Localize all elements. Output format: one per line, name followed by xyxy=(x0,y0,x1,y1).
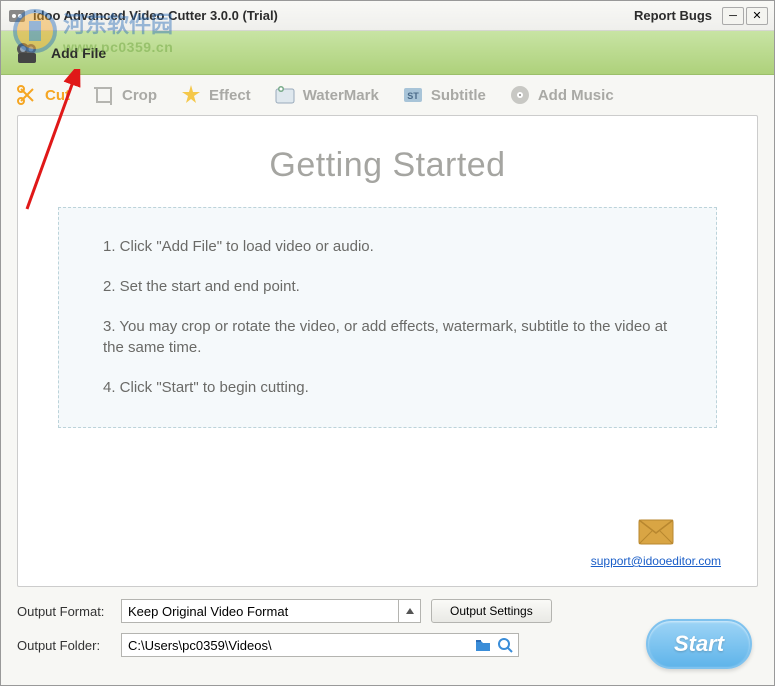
output-format-combo[interactable]: Keep Original Video Format xyxy=(121,599,421,623)
tool-add-music[interactable]: Add Music xyxy=(508,83,614,107)
output-settings-button[interactable]: Output Settings xyxy=(431,599,552,623)
step-3: 3. You may crop or rotate the video, or … xyxy=(103,316,672,360)
output-folder-value: C:\Users\pc0359\Videos\ xyxy=(128,638,272,653)
add-file-button[interactable]: Add File xyxy=(1,31,774,75)
add-file-label: Add File xyxy=(51,45,106,61)
start-button[interactable]: Start xyxy=(646,619,752,669)
combo-arrow-icon[interactable] xyxy=(398,600,420,622)
tool-crop[interactable]: Crop xyxy=(92,83,157,107)
getting-started-title: Getting Started xyxy=(58,146,717,185)
music-disc-icon xyxy=(508,83,532,107)
crop-icon xyxy=(92,83,116,107)
toolbar: Cut Crop Effect WaterMark ST Subtitle Ad… xyxy=(1,75,774,115)
tool-subtitle[interactable]: ST Subtitle xyxy=(401,83,486,107)
support-block: support@idooeditor.com xyxy=(591,519,721,568)
step-1: 1. Click "Add File" to load video or aud… xyxy=(103,236,672,258)
scissors-icon xyxy=(15,83,39,107)
close-button[interactable]: ✕ xyxy=(746,7,768,25)
output-folder-input[interactable]: C:\Users\pc0359\Videos\ xyxy=(121,633,519,657)
tool-cut[interactable]: Cut xyxy=(15,83,70,107)
content-panel: Getting Started 1. Click "Add File" to l… xyxy=(17,115,758,587)
tool-watermark[interactable]: WaterMark xyxy=(273,83,379,107)
browse-folder-icon[interactable] xyxy=(474,636,492,654)
report-bugs-link[interactable]: Report Bugs xyxy=(634,8,712,23)
app-title: idoo Advanced Video Cutter 3.0.0 (Trial) xyxy=(33,8,634,23)
titlebar: idoo Advanced Video Cutter 3.0.0 (Trial)… xyxy=(1,1,774,31)
output-folder-label: Output Folder: xyxy=(17,638,121,653)
watermark-icon xyxy=(273,83,297,107)
camcorder-icon xyxy=(15,41,43,65)
subtitle-icon: ST xyxy=(401,83,425,107)
start-button-label: Start xyxy=(674,631,724,657)
svg-text:ST: ST xyxy=(407,91,419,101)
minimize-button[interactable]: ─ xyxy=(722,7,744,25)
envelope-icon xyxy=(638,519,674,545)
output-format-label: Output Format: xyxy=(17,604,121,619)
support-email-link[interactable]: support@idooeditor.com xyxy=(591,554,721,568)
getting-started-box: 1. Click "Add File" to load video or aud… xyxy=(58,207,717,428)
app-logo-icon xyxy=(7,6,27,26)
step-4: 4. Click "Start" to begin cutting. xyxy=(103,377,672,399)
step-2: 2. Set the start and end point. xyxy=(103,276,672,298)
output-format-value: Keep Original Video Format xyxy=(128,604,288,619)
star-icon xyxy=(179,83,203,107)
open-folder-icon[interactable] xyxy=(496,636,514,654)
tool-effect[interactable]: Effect xyxy=(179,83,251,107)
